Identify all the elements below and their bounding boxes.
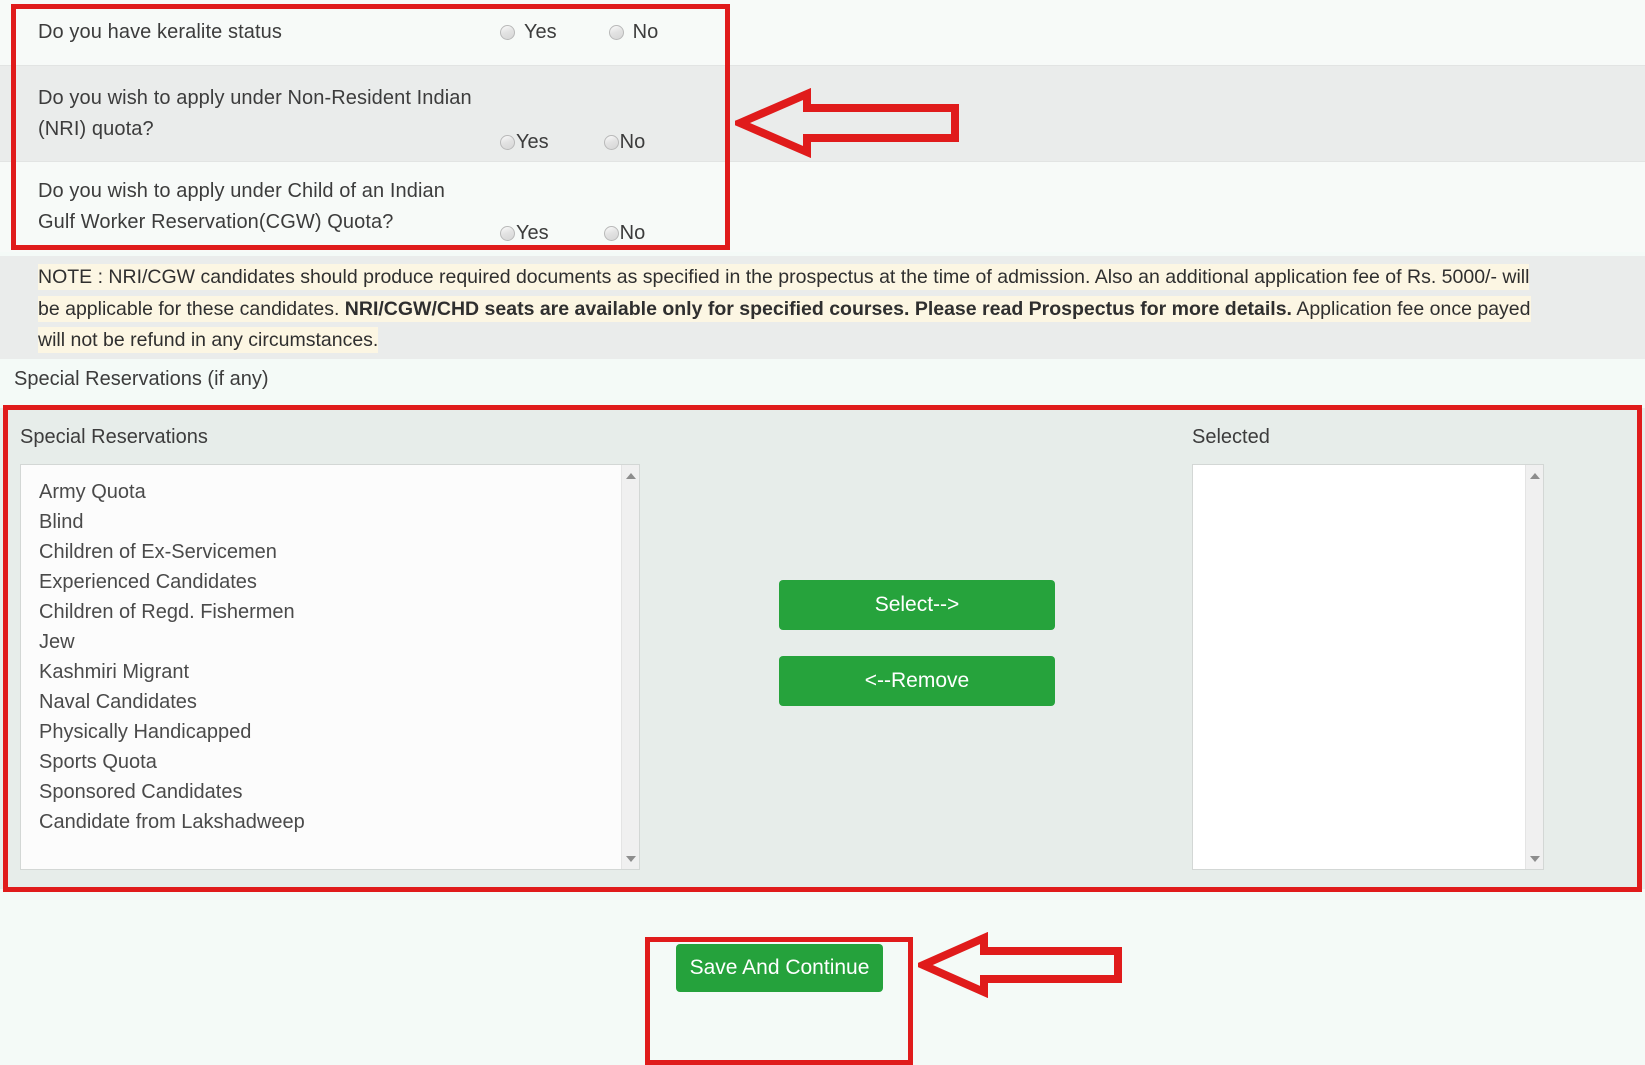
- selected-options-container[interactable]: [1193, 465, 1525, 869]
- quota-row-nri: Do you wish to apply under Non-Resident …: [0, 65, 1645, 162]
- note-block: NOTE : NRI/CGW candidates should produce…: [0, 256, 1645, 359]
- note-bold: NRI/CGW/CHD seats are available only for…: [344, 297, 1292, 320]
- scroll-up-arrow-icon[interactable]: [1526, 467, 1543, 484]
- special-reservations-panel: Special Reservations Selected Army Quota…: [0, 408, 1645, 889]
- quota-row-cgw: Do you wish to apply under Child of an I…: [0, 162, 1645, 252]
- list-option[interactable]: Physically Handicapped: [39, 717, 621, 747]
- cgw-no-option[interactable]: No: [603, 222, 646, 245]
- selected-list-scrollbar[interactable]: [1525, 465, 1543, 869]
- remove-button[interactable]: <--Remove: [779, 656, 1055, 706]
- available-options-container[interactable]: Army Quota Blind Children of Ex-Servicemen…: [21, 465, 621, 869]
- quota-questions-table: Do you have keralite status Yes No Do yo…: [0, 0, 1645, 252]
- option-label: Yes: [516, 131, 549, 153]
- radio-icon[interactable]: [500, 135, 515, 150]
- cgw-yes-option[interactable]: Yes: [500, 222, 549, 245]
- option-label: Yes: [516, 222, 549, 244]
- note-text: NOTE : NRI/CGW candidates should produce…: [38, 262, 1533, 357]
- save-and-continue-button[interactable]: Save And Continue: [676, 944, 883, 992]
- option-label: No: [632, 21, 659, 43]
- option-label: No: [619, 222, 646, 244]
- list-option[interactable]: Kashmiri Migrant: [39, 657, 621, 687]
- quota-row-keralite: Do you have keralite status Yes No: [0, 0, 1645, 65]
- quota-options: Yes No: [500, 59, 645, 168]
- scroll-up-arrow-icon[interactable]: [622, 467, 639, 484]
- list-option[interactable]: Experienced Candidates: [39, 567, 621, 597]
- quota-question-line-2: (NRI) quota?: [38, 117, 154, 140]
- list-option[interactable]: Sponsored Candidates: [39, 777, 621, 807]
- quota-options: Yes No: [500, 155, 645, 259]
- quota-question-label: Do you wish to apply under Non-Resident …: [0, 83, 500, 145]
- available-list-scrollbar[interactable]: [621, 465, 639, 869]
- quota-question-label: Do you wish to apply under Child of an I…: [0, 176, 500, 238]
- available-reservations-listbox[interactable]: Army Quota Blind Children of Ex-Servicemen…: [20, 464, 640, 870]
- quota-question-line-2: Gulf Worker Reservation(CGW) Quota?: [38, 211, 394, 233]
- list-option[interactable]: Candidate from Lakshadweep: [39, 807, 621, 837]
- list-option[interactable]: Blind: [39, 507, 621, 537]
- selected-list-heading: Selected: [1192, 426, 1270, 448]
- list-option[interactable]: Children of Regd. Fishermen: [39, 597, 621, 627]
- quota-options: Yes No: [500, 0, 658, 65]
- keralite-yes-option[interactable]: Yes: [500, 21, 557, 44]
- radio-icon[interactable]: [500, 25, 515, 40]
- option-label: No: [619, 131, 646, 153]
- list-option[interactable]: Naval Candidates: [39, 687, 621, 717]
- radio-icon[interactable]: [603, 226, 619, 241]
- nri-yes-option[interactable]: Yes: [500, 131, 549, 154]
- list-option[interactable]: Children of Ex-Servicemen: [39, 537, 621, 567]
- radio-icon[interactable]: [608, 25, 624, 40]
- keralite-no-option[interactable]: No: [608, 21, 659, 44]
- list-option[interactable]: Jew: [39, 627, 621, 657]
- footer-bar: Save And Continue: [0, 893, 1645, 1065]
- special-reservations-caption: Special Reservations (if any): [14, 368, 269, 390]
- scroll-down-arrow-icon[interactable]: [622, 850, 639, 867]
- selected-reservations-listbox[interactable]: [1192, 464, 1544, 870]
- list-option[interactable]: Army Quota: [39, 477, 621, 507]
- quota-question-label: Do you have keralite status: [38, 21, 282, 43]
- quota-question-line-1: Do you wish to apply under Child of an I…: [38, 180, 445, 202]
- nri-no-option[interactable]: No: [603, 131, 646, 154]
- radio-icon[interactable]: [500, 226, 515, 241]
- scroll-down-arrow-icon[interactable]: [1526, 850, 1543, 867]
- radio-icon[interactable]: [603, 135, 619, 150]
- list-option[interactable]: Sports Quota: [39, 747, 621, 777]
- select-button[interactable]: Select-->: [779, 580, 1055, 630]
- available-list-heading: Special Reservations: [20, 426, 208, 448]
- quota-question-line-1: Do you wish to apply under Non-Resident …: [38, 86, 472, 109]
- option-label: Yes: [524, 21, 557, 43]
